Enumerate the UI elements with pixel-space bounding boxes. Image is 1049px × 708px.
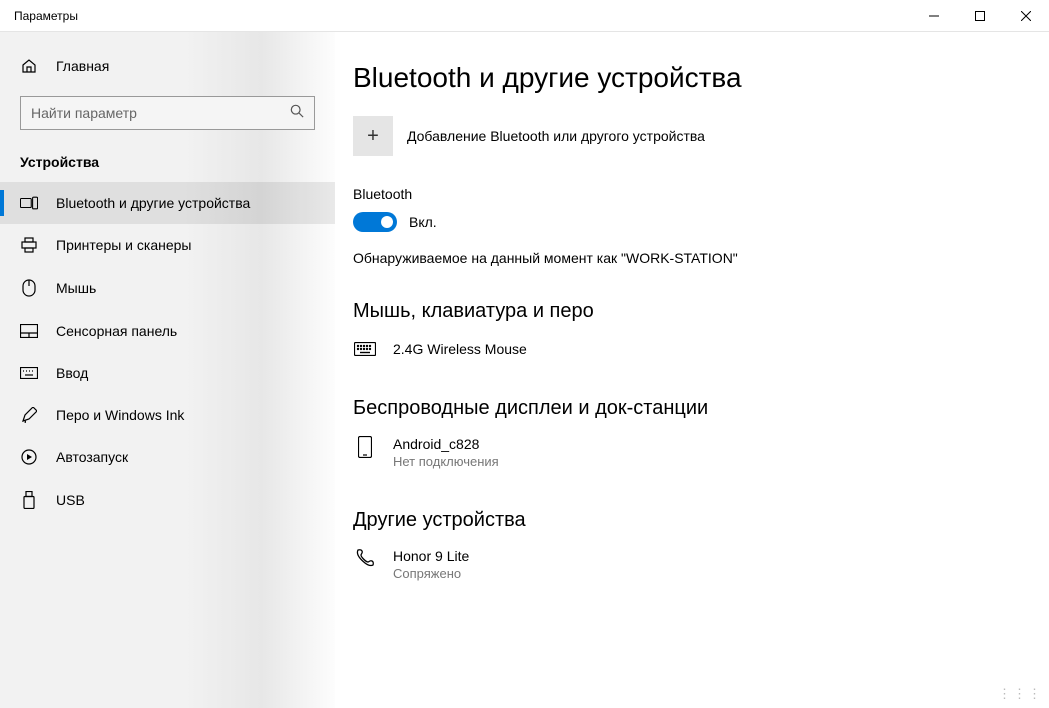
discoverable-text: Обнаруживаемое на данный момент как "WOR… — [353, 250, 1009, 266]
bluetooth-toggle-state: Вкл. — [409, 214, 437, 230]
printer-icon — [20, 237, 38, 253]
sidebar: Главная Устройства Bluetooth и другие ус… — [0, 32, 335, 708]
window-controls — [911, 0, 1049, 32]
resize-grip[interactable]: ⋮⋮⋮ — [998, 686, 1043, 702]
mouse-icon — [20, 279, 38, 297]
home-nav[interactable]: Главная — [0, 50, 335, 82]
device-item-mouse[interactable]: 2.4G Wireless Mouse — [353, 337, 1009, 379]
add-device-button[interactable]: + — [353, 116, 393, 156]
category-heading: Устройства — [0, 148, 335, 182]
add-device-row[interactable]: + Добавление Bluetooth или другого устро… — [353, 116, 1009, 156]
home-label: Главная — [56, 58, 109, 74]
titlebar: Параметры — [0, 0, 1049, 32]
phone-call-icon — [353, 548, 377, 568]
section-mouse-keyboard: Мышь, клавиатура и перо — [353, 300, 1009, 323]
device-status: Нет подключения — [393, 454, 499, 469]
sidebar-item-label: Bluetooth и другие устройства — [56, 195, 250, 211]
bluetooth-label: Bluetooth — [353, 186, 1009, 202]
minimize-button[interactable] — [911, 0, 957, 32]
sidebar-item-touchpad[interactable]: Сенсорная панель — [0, 310, 335, 352]
device-name: Android_c828 — [393, 436, 499, 452]
device-name: Honor 9 Lite — [393, 548, 469, 564]
device-item-other[interactable]: Honor 9 Lite Сопряжено — [353, 546, 1009, 603]
sidebar-item-label: Перо и Windows Ink — [56, 407, 184, 423]
autoplay-icon — [20, 449, 38, 465]
search-icon — [290, 104, 304, 123]
main-content: Bluetooth и другие устройства + Добавлен… — [335, 32, 1049, 708]
phone-device-icon — [353, 436, 377, 458]
sidebar-item-pen[interactable]: Перо и Windows Ink — [0, 394, 335, 436]
sidebar-item-bluetooth[interactable]: Bluetooth и другие устройства — [0, 182, 335, 224]
sidebar-item-usb[interactable]: USB — [0, 478, 335, 522]
usb-icon — [20, 491, 38, 509]
sidebar-item-label: Принтеры и сканеры — [56, 237, 191, 253]
add-device-label: Добавление Bluetooth или другого устройс… — [407, 128, 705, 144]
home-icon — [20, 58, 38, 74]
device-item-display[interactable]: Android_c828 Нет подключения — [353, 434, 1009, 491]
section-other-devices: Другие устройства — [353, 509, 1009, 532]
sidebar-item-label: Мышь — [56, 280, 96, 296]
devices-icon — [20, 196, 38, 210]
bluetooth-toggle[interactable] — [353, 212, 397, 232]
sidebar-item-label: Сенсорная панель — [56, 323, 177, 339]
touchpad-icon — [20, 324, 38, 338]
plus-icon: + — [367, 125, 379, 148]
sidebar-item-mouse[interactable]: Мышь — [0, 266, 335, 310]
close-button[interactable] — [1003, 0, 1049, 32]
page-title: Bluetooth и другие устройства — [353, 62, 1009, 94]
maximize-button[interactable] — [957, 0, 1003, 32]
keyboard-device-icon — [353, 342, 377, 356]
sidebar-item-typing[interactable]: Ввод — [0, 352, 335, 394]
sidebar-item-label: Ввод — [56, 365, 88, 381]
sidebar-item-autoplay[interactable]: Автозапуск — [0, 436, 335, 478]
device-status: Сопряжено — [393, 566, 469, 581]
search-box[interactable] — [20, 96, 315, 130]
keyboard-icon — [20, 367, 38, 379]
sidebar-item-label: USB — [56, 492, 85, 508]
window-title: Параметры — [0, 9, 911, 23]
device-name: 2.4G Wireless Mouse — [393, 341, 527, 357]
section-wireless-display: Беспроводные дисплеи и док-станции — [353, 397, 1009, 420]
search-input[interactable] — [31, 105, 290, 121]
pen-icon — [20, 407, 38, 423]
sidebar-item-printers[interactable]: Принтеры и сканеры — [0, 224, 335, 266]
sidebar-item-label: Автозапуск — [56, 449, 128, 465]
